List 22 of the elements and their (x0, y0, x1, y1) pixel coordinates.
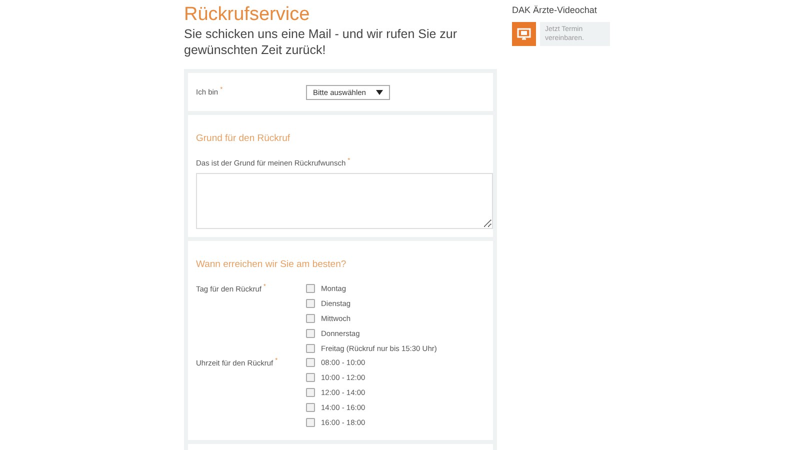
page-title: Rückrufservice (184, 4, 311, 26)
checkbox[interactable] (306, 298, 315, 308)
section-heading: Wann erreichen wir Sie am besten? (196, 258, 348, 270)
page-subtitle: Sie schicken uns eine Mail - und wir rufen Sie zur gewünschten Zeit zurück! (184, 26, 458, 58)
checkbox[interactable] (306, 372, 315, 382)
checkbox[interactable] (306, 388, 315, 396)
checkbox[interactable] (306, 344, 315, 352)
checkbox[interactable] (306, 418, 315, 426)
checkbox[interactable] (306, 328, 315, 338)
required-mark: * (275, 358, 278, 364)
checkbox[interactable] (306, 402, 315, 412)
required-mark: * (264, 284, 266, 290)
required-mark: * (220, 87, 223, 94)
checkbox[interactable] (306, 284, 315, 292)
section-heading: Grund für den Rückruf (196, 133, 291, 144)
sidebar-title: DAK Ärzte-Videochat (512, 5, 598, 15)
video-chat-icon (512, 22, 536, 46)
checkbox[interactable] (306, 358, 315, 366)
text-area[interactable] (196, 172, 493, 228)
caret-icon (376, 90, 383, 94)
checkbox[interactable] (306, 314, 315, 322)
required-mark: * (348, 158, 350, 164)
